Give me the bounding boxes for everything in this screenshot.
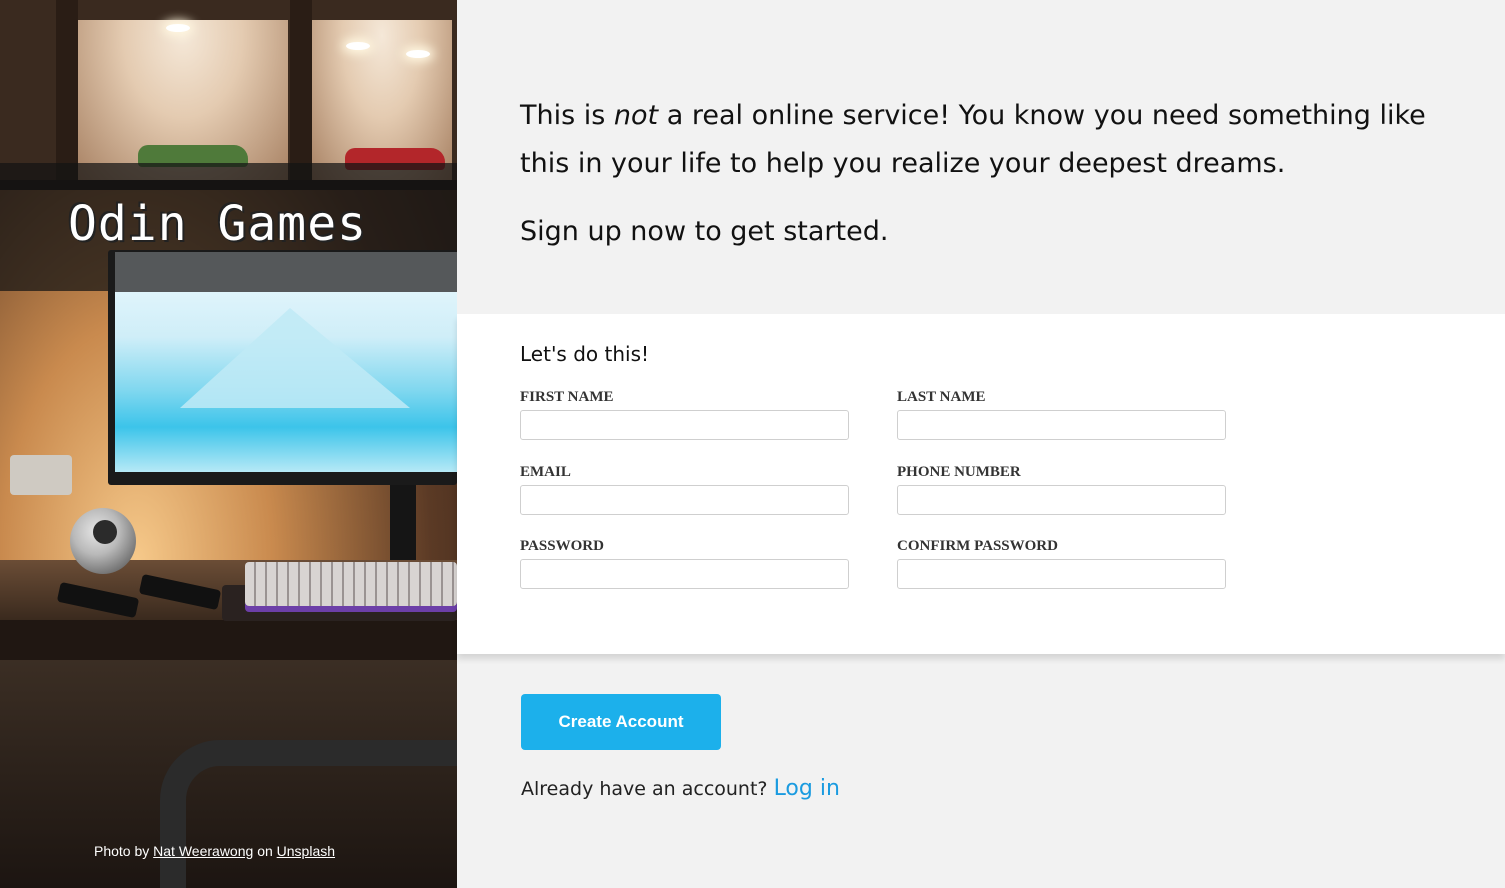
credit-prefix: Photo by bbox=[94, 843, 150, 859]
photo-lamp bbox=[406, 50, 430, 58]
phone-input[interactable] bbox=[897, 485, 1226, 515]
email-input[interactable] bbox=[520, 485, 849, 515]
intro-text-start: This is bbox=[520, 100, 614, 131]
photo-shelf-post bbox=[290, 0, 312, 190]
password-field: PASSWORD bbox=[520, 538, 849, 589]
phone-field: PHONE NUMBER bbox=[897, 464, 1226, 515]
photo-monitor-top bbox=[115, 252, 457, 292]
photo-keyboard bbox=[245, 562, 457, 606]
last-name-input[interactable] bbox=[897, 410, 1226, 440]
photo-chair bbox=[160, 740, 457, 888]
photo-lamp bbox=[166, 24, 190, 32]
photo-screen-mountain bbox=[180, 308, 410, 408]
credit-middle: on bbox=[257, 843, 273, 859]
brand-logo: Odin Games bbox=[68, 196, 367, 252]
login-prompt-text: Already have an account? bbox=[521, 778, 768, 800]
last-name-label: LAST NAME bbox=[897, 389, 986, 405]
photo-lamp bbox=[346, 42, 370, 50]
intro-section: This is not a real online service! You k… bbox=[520, 92, 1460, 256]
email-label: EMAIL bbox=[520, 464, 571, 480]
phone-label: PHONE NUMBER bbox=[897, 464, 1021, 480]
credit-author-link[interactable]: Nat Weerawong bbox=[153, 843, 253, 859]
first-name-field: FIRST NAME bbox=[520, 389, 849, 440]
first-name-input[interactable] bbox=[520, 410, 849, 440]
photo-speaker bbox=[70, 508, 136, 574]
photo-outlet bbox=[10, 455, 72, 495]
signup-form: Let's do this! FIRST NAME LAST NAME EMAI… bbox=[457, 314, 1505, 654]
photo-monitor-stand bbox=[390, 485, 416, 560]
first-name-label: FIRST NAME bbox=[520, 389, 614, 405]
photo-desk-edge bbox=[0, 620, 457, 660]
photo-shelf-post bbox=[56, 0, 78, 190]
intro-text: This is not a real online service! You k… bbox=[520, 92, 1460, 188]
confirm-password-input[interactable] bbox=[897, 559, 1226, 589]
intro-cta-text: Sign up now to get started. bbox=[520, 216, 889, 247]
create-account-button[interactable]: Create Account bbox=[521, 694, 721, 750]
photo-credit: Photo by Nat Weerawong on Unsplash bbox=[94, 843, 335, 859]
login-prompt: Already have an account? Log in bbox=[521, 776, 840, 801]
password-input[interactable] bbox=[520, 559, 849, 589]
password-label: PASSWORD bbox=[520, 538, 604, 554]
intro-emphasis: not bbox=[613, 100, 659, 131]
hero-photo: Odin Games Photo by Nat Weerawong on Uns… bbox=[0, 0, 457, 888]
login-link[interactable]: Log in bbox=[774, 776, 840, 801]
confirm-password-label: CONFIRM PASSWORD bbox=[897, 538, 1058, 554]
email-field: EMAIL bbox=[520, 464, 849, 515]
confirm-password-field: CONFIRM PASSWORD bbox=[897, 538, 1226, 589]
credit-site-link[interactable]: Unsplash bbox=[277, 843, 335, 859]
form-title: Let's do this! bbox=[520, 342, 650, 366]
last-name-field: LAST NAME bbox=[897, 389, 1226, 440]
